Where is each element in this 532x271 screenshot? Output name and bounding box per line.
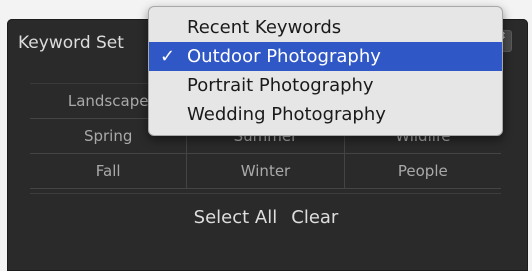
menu-item-label: Recent Keywords xyxy=(187,17,342,38)
keyword-cell[interactable]: Fall xyxy=(30,154,188,188)
keyword-actions: Select All Clear xyxy=(0,207,532,228)
checkmark-icon: ✓ xyxy=(160,46,176,67)
menu-item-portrait-photography[interactable]: Portrait Photography xyxy=(149,71,502,100)
menu-item-label: Portrait Photography xyxy=(187,75,374,96)
menu-item-label: Wedding Photography xyxy=(187,104,386,125)
keyword-cell[interactable]: Winter xyxy=(187,154,345,188)
menu-item-recent-keywords[interactable]: Recent Keywords xyxy=(149,13,502,42)
keyword-set-dropdown-menu: Recent Keywords ✓ Outdoor Photography Po… xyxy=(148,6,503,136)
menu-item-label: Outdoor Photography xyxy=(187,46,381,67)
divider xyxy=(30,193,501,194)
keyword-cell[interactable]: People xyxy=(345,154,501,188)
keyword-set-label: Keyword Set xyxy=(18,33,124,53)
keyword-row: Fall Winter People xyxy=(30,154,501,189)
menu-item-wedding-photography[interactable]: Wedding Photography xyxy=(149,100,502,129)
select-all-button[interactable]: Select All xyxy=(194,207,278,228)
clear-button[interactable]: Clear xyxy=(291,207,338,228)
menu-item-outdoor-photography[interactable]: ✓ Outdoor Photography xyxy=(149,42,502,71)
